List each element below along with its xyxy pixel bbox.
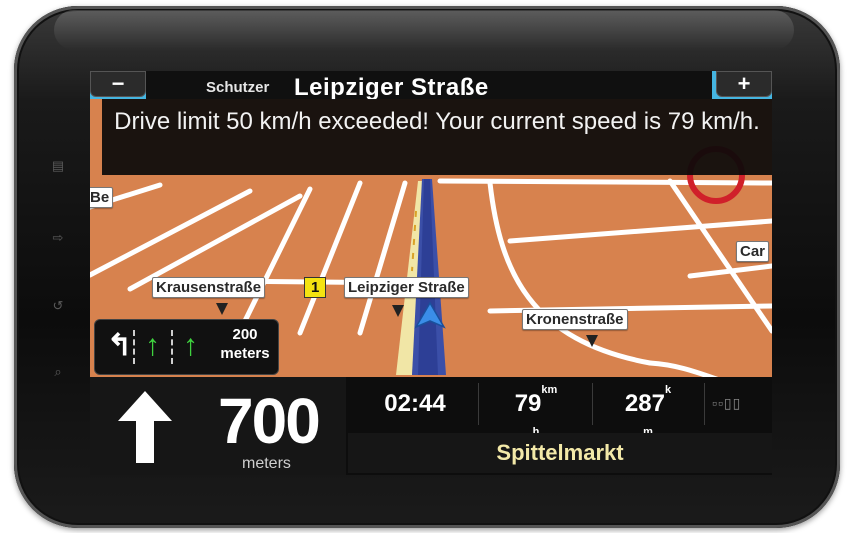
- stat-divider: [478, 383, 479, 425]
- straight-arrow-icon: [118, 391, 172, 463]
- lane-distance-unit: meters: [220, 345, 270, 362]
- street-label-krausenstrasse: Krausenstraße: [152, 277, 266, 298]
- lane-distance: 200 meters: [215, 325, 275, 363]
- current-speed-value: 79: [514, 390, 542, 417]
- straight-arrow-icon: ↑: [183, 329, 198, 362]
- current-speed[interactable]: 79km h: [486, 383, 586, 438]
- speed-warning-banner: Drive limit 50 km/h exceeded! Your curre…: [102, 99, 772, 175]
- home-icon[interactable]: ↺: [50, 298, 66, 314]
- destination-name[interactable]: Spittelmarkt: [348, 433, 772, 473]
- current-street-label: Leipziger Straße: [294, 74, 489, 101]
- straight-arrow-icon: ↑: [145, 329, 160, 362]
- stat-divider: [704, 383, 705, 425]
- lane-guidance: ↰ ↑ ↑ 200 meters: [94, 319, 279, 375]
- lane-divider: [171, 330, 173, 364]
- distance-unit-top: k: [664, 384, 672, 396]
- signal-strength-icon: ▫▫▯▯: [712, 395, 742, 411]
- previous-street-label: Schutzer: [206, 79, 270, 96]
- arrival-time[interactable]: 02:44: [360, 383, 470, 425]
- zoom-out-button[interactable]: −: [90, 71, 146, 97]
- street-name-bar: − + Schutzer Leipziger Straße: [90, 71, 772, 101]
- next-turn-unit: meters: [242, 455, 291, 472]
- menu-icon[interactable]: ▤: [50, 158, 66, 174]
- turn-left-icon: ↰: [107, 329, 133, 362]
- search-icon[interactable]: ⌕: [50, 364, 66, 380]
- lane-distance-value: 200: [232, 326, 258, 343]
- street-label-right: Car: [736, 241, 770, 262]
- lane-divider: [133, 330, 135, 364]
- street-label-leipziger: Leipziger Straße: [344, 277, 469, 298]
- next-turn-distance: 700: [218, 385, 321, 457]
- route-number-shield: 1: [304, 277, 327, 298]
- next-turn-panel[interactable]: 700 meters: [90, 377, 346, 475]
- navigation-info-panel: 700 meters 02:44 79km h 287k m ▫▫▯▯ Spitte…: [90, 377, 772, 475]
- street-label-kronenstrasse: Kronenstraße: [522, 309, 628, 330]
- speed-unit-top: km: [541, 384, 558, 396]
- back-icon[interactable]: ⇨: [50, 230, 66, 246]
- stat-divider: [592, 383, 593, 425]
- navigation-screen: − + Schutzer Leipziger Straße Drive limi…: [90, 71, 772, 475]
- remaining-distance[interactable]: 287k m: [598, 383, 698, 438]
- street-label-left: Be: [90, 187, 114, 208]
- zoom-in-button[interactable]: +: [716, 71, 772, 97]
- remaining-distance-value: 287: [624, 390, 665, 417]
